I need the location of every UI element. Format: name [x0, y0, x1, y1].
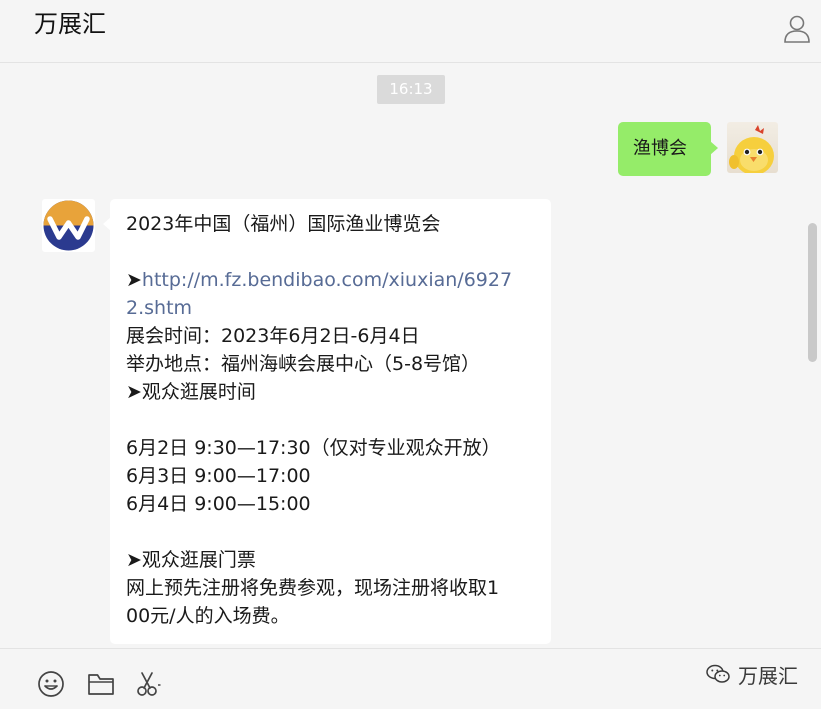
received-message-bubble[interactable]: 2023年中国（福州）国际渔业博览会 ➤http://m.fz.bendibao…: [103, 199, 551, 644]
input-toolbar: [0, 648, 821, 709]
watermark-text: 万展汇: [738, 663, 798, 688]
message-line: ➤http://m.fz.bendibao.com/xiuxian/6927: [126, 266, 512, 294]
message-line: 举办地点：福州海峡会展中心（5-8号馆）: [126, 353, 481, 375]
my-avatar[interactable]: [727, 122, 778, 173]
wanzhanhui-logo-icon: [43, 200, 94, 251]
folder-icon[interactable]: [86, 669, 116, 699]
wechat-watermark: 万展汇: [706, 660, 798, 688]
chat-header: 万展汇: [0, 0, 821, 63]
emoji-icon[interactable]: [36, 669, 66, 699]
message-line: 6月2日 9:30—17:30（仅对专业观众开放）: [126, 437, 501, 459]
event-link-continued[interactable]: 2.shtm: [126, 294, 192, 322]
sent-message-bubble[interactable]: 渔博会: [618, 122, 718, 176]
contact-avatar[interactable]: [42, 199, 95, 252]
message-line: 6月4日 9:00—15:00: [126, 493, 311, 515]
message-line: 6月3日 9:00—17:00: [126, 465, 311, 487]
message-line: ➤观众逛展时间: [126, 381, 256, 403]
profile-icon[interactable]: [783, 14, 811, 44]
chat-scrollbar-thumb[interactable]: [808, 223, 817, 362]
arrow-bullet: ➤: [126, 269, 142, 291]
message-line: 2023年中国（福州）国际渔业博览会: [126, 213, 441, 235]
event-link[interactable]: http://m.fz.bendibao.com/xiuxian/6927: [142, 269, 512, 291]
message-line: 展会时间：2023年6月2日-6月4日: [126, 325, 420, 347]
chat-title: 万展汇: [34, 10, 106, 38]
message-timestamp: 16:13: [377, 75, 445, 104]
chick-avatar-icon: [729, 125, 774, 173]
wechat-logo-icon: [706, 664, 730, 683]
scissors-icon[interactable]: [134, 669, 164, 699]
message-line: 00元/人的入场费。: [126, 605, 290, 627]
message-line: 网上预先注册将免费参观，现场注册将收取1: [126, 577, 500, 599]
message-line: ➤观众逛展门票: [126, 549, 256, 571]
